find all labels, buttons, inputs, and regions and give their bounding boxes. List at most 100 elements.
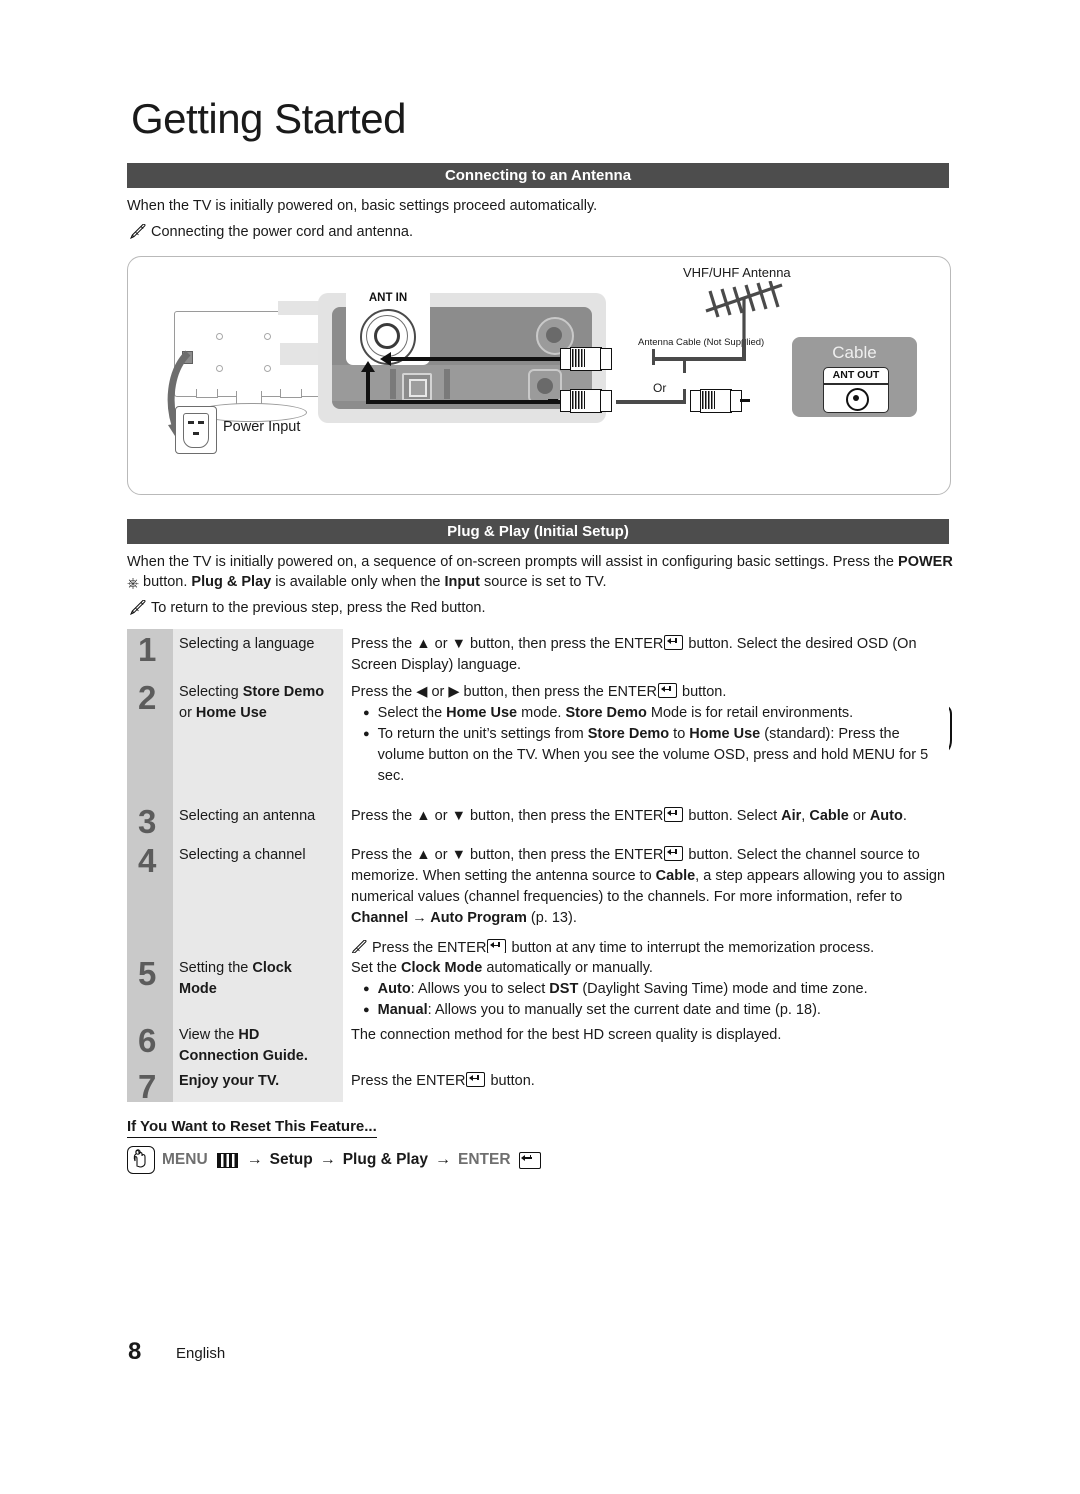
step-label-text: Setting the [179, 960, 253, 976]
step-label: View the HD Connection Guide. [173, 1020, 343, 1066]
reset-enter-label: ENTER [457, 1151, 511, 1168]
step-label-bold2: Home Use [195, 705, 267, 721]
step-label: Enjoy your TV. [173, 1066, 343, 1102]
step-label-bold2: Connection Guide. [179, 1048, 308, 1064]
step-label-bold: Enjoy your TV. [179, 1073, 280, 1089]
table-row: 7 Enjoy your TV. Press the ENTER button. [127, 1066, 949, 1103]
reset-setup-label: Setup [269, 1151, 313, 1168]
step-number: 2 [127, 677, 173, 801]
reset-arrow-2: → [319, 1151, 336, 1168]
section-header-antenna-label: Connecting to an Antenna [444, 167, 632, 184]
page-title: Getting Started [131, 95, 407, 142]
or-label: Or [653, 381, 667, 395]
table-row: 3 Selecting an antenna Press the ▲ or ▼ … [127, 801, 949, 840]
antenna-note: Connecting the power cord and antenna. [129, 222, 413, 242]
bullet-dot-icon: ● [363, 728, 370, 740]
table-row: 6 View the HD Connection Guide. The conn… [127, 1020, 949, 1066]
enter-key-icon [518, 1151, 541, 1169]
tv-jack-area-highlight [280, 343, 318, 365]
reset-feature-path: MENU → Setup → Plug & Play → ENTER [127, 1146, 542, 1174]
step-description: Press the ENTER button. [343, 1066, 949, 1102]
pencil-note-icon [129, 599, 146, 616]
step-label-text: Selecting an antenna [179, 808, 316, 824]
table-row: 2 Selecting Store Demo or Home Use Press… [127, 677, 949, 801]
step-label: Selecting a language [173, 629, 343, 677]
optical-jack-icon [402, 373, 432, 401]
enter-key-icon [658, 683, 677, 698]
power-input-plug-inner [183, 413, 209, 448]
antenna-lower-lead [616, 400, 686, 404]
enter-key-icon [664, 807, 684, 822]
table-row: 1 Selecting a language Press the ▲ or ▼ … [127, 629, 949, 677]
step-label-bold: Clock [252, 960, 292, 976]
reset-arrow-3: → [434, 1151, 451, 1168]
antenna-note-text: Connecting the power cord and antenna. [151, 224, 413, 240]
bullet-dot-icon: ● [363, 983, 370, 995]
antenna-wire-arrow-up-icon [361, 361, 375, 372]
step-description: Press the ◀ or ▶ button, then press the … [343, 677, 949, 801]
reset-plugplay-label: Plug & Play [342, 1151, 428, 1168]
table-row: 4 Selecting a channel Press the ▲ or ▼ b… [127, 840, 949, 956]
step-number: 7 [127, 1066, 173, 1103]
step-label: Setting the Clock Mode [173, 953, 343, 1020]
coax-connector-bottom-right [686, 389, 750, 413]
power-input-plug-icon [175, 406, 217, 454]
antenna-downlead-horizontal [652, 357, 746, 361]
tv-screw-hole [216, 333, 223, 340]
plugplay-note-text: To return to the previous step, press th… [151, 600, 486, 616]
step-number: 6 [127, 1020, 173, 1066]
plugplay-paragraph-p1: When the TV is initially powered on, a s… [127, 554, 899, 570]
step-description: Press the ▲ or ▼ button, then press the … [343, 629, 949, 677]
power-input-label: Power Input [223, 419, 301, 435]
bullet-item: ● To return the unit’s settings from Stor… [351, 724, 949, 787]
power-symbol-icon: ⎈ [127, 575, 140, 592]
ant-in-label: ANT IN [368, 292, 408, 304]
bullet-dot-icon: ● [363, 707, 370, 719]
antenna-downlead-tick [652, 349, 655, 365]
step-number: 5 [127, 953, 173, 1020]
plugplay-power-word: POWER [898, 554, 953, 570]
step-description: Press the ▲ or ▼ button, then press the … [343, 801, 949, 840]
page-number: 8 [128, 1338, 142, 1365]
bullet-dot-icon: ● [363, 1004, 370, 1016]
bullet-item: ● Manual: Allows you to manually set the … [351, 1000, 949, 1021]
step-label-bold: HD [238, 1027, 260, 1043]
antenna-wire-bottom-riser [366, 371, 370, 402]
table-row: 5 Setting the Clock Mode Set the Clock M… [127, 953, 949, 1020]
bullet-item: ● Select the Home Use mode. Store Demo Mo… [351, 703, 949, 724]
step-description: The connection method for the best HD sc… [343, 1020, 949, 1066]
bullet-item: ● Auto: Allows you to select DST (Dayligh… [351, 979, 949, 1000]
tv-screw-hole [264, 365, 271, 372]
step-number: 4 [127, 840, 173, 953]
section-header-antenna: Connecting to an Antenna [127, 163, 949, 188]
tv-screw-hole [264, 333, 271, 340]
enter-key-icon [664, 846, 684, 861]
enter-key-icon [664, 635, 684, 650]
menu-key-icon [216, 1152, 238, 1168]
step-label: Selecting an antenna [173, 801, 343, 840]
step-description: Press the ▲ or ▼ button, then press the … [343, 840, 949, 956]
step-label: Selecting Store Demo or Home Use [173, 677, 343, 801]
step-label-text: Selecting [179, 684, 243, 700]
enter-key-icon [487, 939, 507, 954]
step-number: 3 [127, 801, 173, 840]
step-number: 1 [127, 629, 173, 677]
plugplay-paragraph: When the TV is initially powered on, a s… [127, 552, 957, 594]
manual-page: Getting Started Connecting to an Antenna… [0, 0, 1080, 1494]
antenna-connection-diagram: Power Input ANT IN VHF/UHF Antenna Anten… [127, 256, 951, 495]
section-header-plugplay-label: Plug & Play (Initial Setup) [447, 523, 629, 540]
coax-connector-bottom-left [548, 389, 614, 413]
ant-out-jack-icon [846, 388, 869, 411]
step-label-bold: Store Demo [242, 684, 325, 700]
step-description: Set the Clock Mode automatically or manu… [343, 953, 949, 1020]
step-label: Selecting a channel [173, 840, 343, 953]
reset-arrow-1: → [246, 1151, 263, 1168]
step-label-bold2: Mode [179, 981, 217, 997]
ant-out-port: ANT OUT [823, 367, 889, 413]
ant-out-label: ANT OUT [832, 369, 880, 381]
antenna-wire-top [390, 357, 560, 361]
tv-foot-right [280, 389, 302, 398]
reset-menu-label: MENU [162, 1151, 208, 1168]
plugplay-paragraph-p4: source is set to TV. [479, 574, 607, 590]
step-label-text: View the [179, 1027, 239, 1043]
